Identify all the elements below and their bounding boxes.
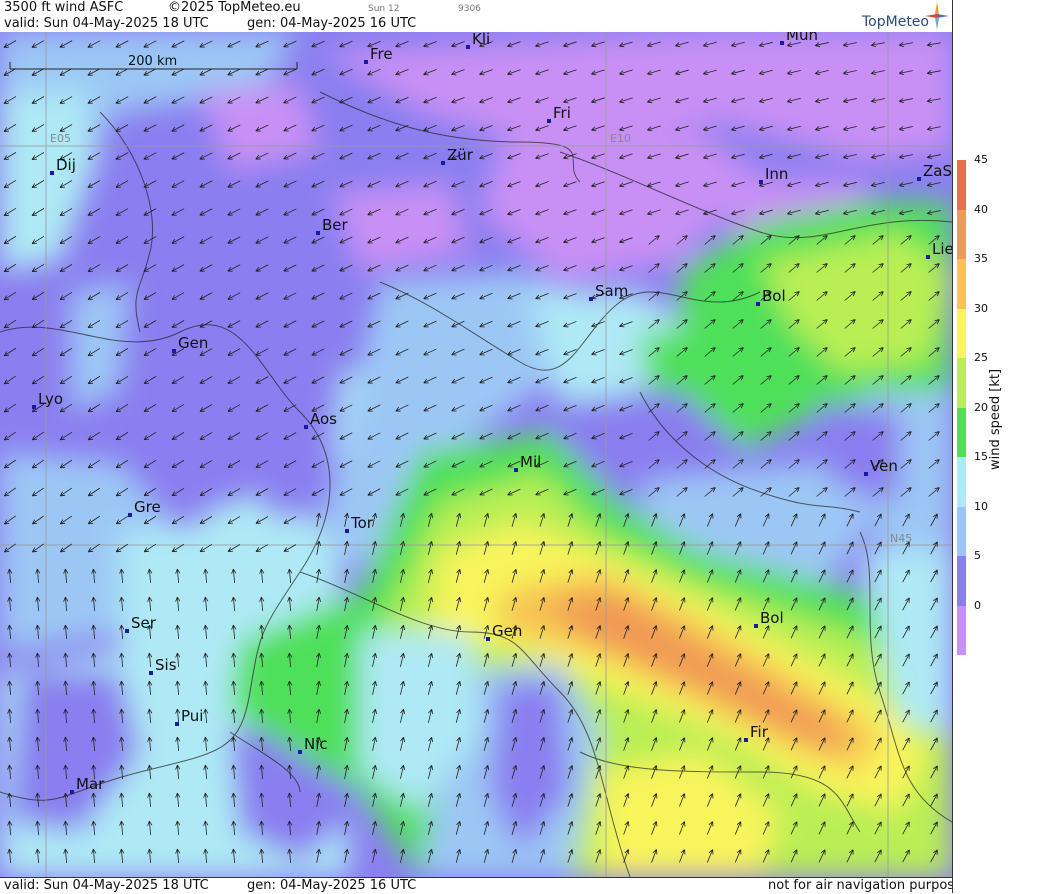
city-label: ZaS [923,162,952,180]
city-marker-icon [466,45,470,49]
generation-time: gen: 04-May-2025 16 UTC [247,16,417,31]
city-label: Mil [520,453,541,471]
city-marker-icon [50,171,54,175]
city-label: Ven [870,457,898,475]
city-marker-icon [754,624,758,628]
city-label: Bol [762,287,786,305]
colorbar-tick-label: 10 [974,499,988,513]
city-marker-icon [514,468,518,472]
wind-field-svg: E05 E10 N45 200 km Kli MünFreFriDijZürInn… [0,32,952,877]
map-footer: valid: Sun 04-May-2025 18 UTC gen: 04-Ma… [0,877,969,894]
product-title: 3500 ft wind ASFC [4,0,124,15]
compass-star-icon [925,2,949,30]
city-marker-icon [759,180,763,184]
colorbar-tick-label: 15 [974,450,988,463]
city-marker-icon [345,529,349,533]
colorbar-tick-label: 5 [974,549,981,562]
footer-valid-time: valid: Sun 04-May-2025 18 UTC [4,878,209,893]
colorbar-swatch [957,358,966,408]
city-marker-icon [175,722,179,726]
colorbar-swatch [957,308,966,358]
colorbar-swatch [957,407,966,457]
city-label: Mar [76,775,105,793]
colorbar-tick-label: 35 [974,252,988,265]
colorbar-swatch [957,160,966,210]
colorbar-tick-label: 30 [974,301,988,315]
city-label: Inn [765,165,788,183]
city-marker-icon [917,177,921,181]
colorbar-swatch [957,605,966,655]
city-marker-icon [364,60,368,64]
colorbar-swatch [957,457,966,507]
city-marker-icon [32,405,36,409]
city-label: Aos [310,410,337,428]
small-code: 9306 [458,4,481,14]
city-label: Fri [553,104,571,122]
copyright: ©2025 TopMeteo.eu [168,0,301,15]
footer-generation-time: gen: 04-May-2025 16 UTC [247,878,417,893]
city-marker-icon [864,472,868,476]
colorbar-swatch [957,209,966,259]
grid-label-e05: E05 [50,132,71,145]
city-label: Kli [472,32,490,48]
city-label: Sam [595,282,628,300]
city-label: Sis [155,656,177,674]
valid-time: valid: Sun 04-May-2025 18 UTC [4,16,209,31]
topmeteo-logo: TopMeteo [862,14,929,30]
city-label: Gre [134,498,161,516]
city-label: Dij [56,156,76,174]
city-label: Ber [322,216,349,234]
city-marker-icon [486,637,490,641]
colorbar-tick-label: 25 [974,351,988,364]
city-marker-icon [744,738,748,742]
city-label: Bol [760,609,784,627]
city-label: Nic [304,735,328,753]
scale-bar-label: 200 km [128,54,177,69]
colorbar-tick-label: 40 [974,202,988,216]
colorbar-swatch [957,556,966,606]
city-label: Pui [181,707,203,725]
city-marker-icon [756,302,760,306]
colorbar-tick-label: 20 [974,400,988,414]
city-label: Mün [786,32,818,44]
city-marker-icon [926,255,930,259]
city-label: Fre [370,45,393,63]
city-marker-icon [441,161,445,165]
city-marker-icon [125,629,129,633]
city-marker-icon [316,231,320,235]
colorbar-swatch [957,506,966,556]
city-marker-icon [172,349,176,353]
map-header: 3500 ft wind ASFC ©2025 TopMeteo.eu Sun … [0,0,952,33]
city-label: Lyo [38,390,63,408]
city-label: Gen [178,334,208,352]
city-marker-icon [298,750,302,754]
city-marker-icon [149,671,153,675]
day-code: Sun 12 [368,4,400,14]
city-marker-icon [547,119,551,123]
city-marker-icon [128,513,132,517]
colorbar-swatch [957,259,966,309]
grid-label-e10: E10 [610,132,631,145]
disclaimer: not for air navigation purposes [768,878,969,893]
wind-map: E05 E10 N45 200 km Kli Mün Fre Fri Dij Zür Inn… [0,32,952,877]
city-marker-icon [70,790,74,794]
city-label: Zür [447,146,474,164]
city-label: Ser [131,614,157,632]
city-label: Tor [350,514,374,532]
city-marker-icon [780,41,784,45]
city-label: Fir [750,723,769,741]
city-marker-icon [589,297,593,301]
city-marker-icon [304,425,308,429]
colorbar-tick-label: 0 [974,598,981,612]
colorbar-title: wind speed [kt] [988,368,1003,470]
city-label: Lie [932,240,952,258]
city-label: Gen [492,622,522,640]
colorbar-tick-label: 45 [974,153,988,166]
